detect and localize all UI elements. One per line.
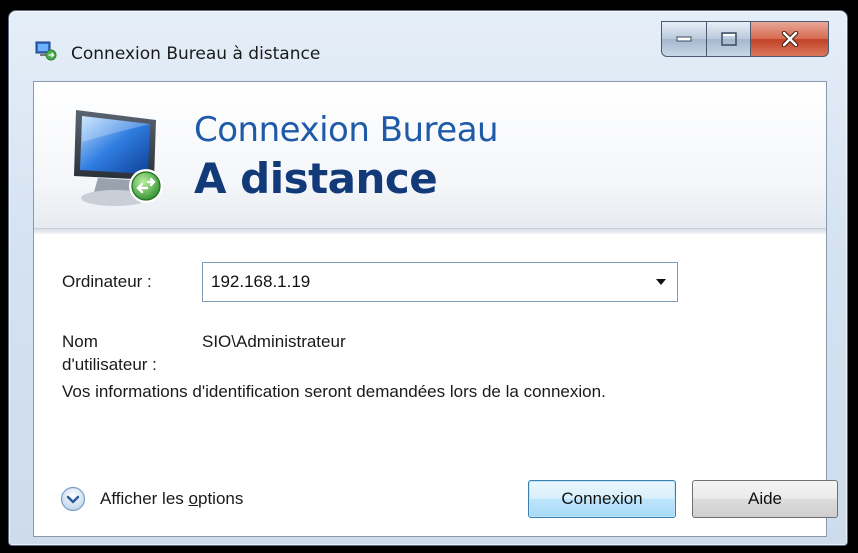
header-banner: Connexion Bureau A distance: [34, 82, 826, 234]
credentials-info-message: Vos informations d'identification seront…: [62, 382, 606, 401]
banner-title-line2: A distance: [194, 154, 438, 203]
remote-desktop-window: Connexion Bureau à distance Connexion Bu…: [8, 10, 848, 546]
maximize-button[interactable]: [707, 21, 751, 57]
computer-label: Ordinateur :: [62, 272, 152, 291]
caption-buttons: [661, 21, 829, 57]
close-icon: [781, 31, 798, 47]
show-options-accesskey: o: [188, 489, 198, 508]
connect-button[interactable]: Connexion: [528, 480, 676, 518]
show-options-prefix: Afficher les: [100, 489, 189, 508]
username-value: SIO\Administrateur: [202, 332, 346, 351]
dialog-client-area: Connexion Bureau A distance Ordinateur :…: [33, 81, 838, 537]
close-button[interactable]: [751, 21, 829, 57]
remote-desktop-monitor-icon: [74, 110, 163, 206]
computer-combobox[interactable]: [202, 262, 678, 302]
minimize-button[interactable]: [661, 21, 707, 57]
dropdown-arrow-icon[interactable]: [653, 275, 669, 289]
help-button[interactable]: Aide: [692, 480, 838, 518]
remote-desktop-icon: [35, 41, 57, 61]
show-options-label[interactable]: Afficher les options: [100, 489, 243, 509]
banner-title-line1: Connexion Bureau: [194, 110, 499, 150]
show-options-toggle[interactable]: Afficher les options: [60, 486, 243, 512]
window-title: Connexion Bureau à distance: [71, 44, 321, 64]
banner-divider: [34, 229, 826, 234]
minimize-icon: [676, 36, 692, 42]
computer-input[interactable]: [203, 271, 643, 293]
title-bar[interactable]: Connexion Bureau à distance: [9, 11, 847, 81]
username-label-line2: d'utilisateur :: [62, 355, 157, 374]
expand-chevron-circle-icon[interactable]: [60, 486, 86, 512]
maximize-icon: [720, 32, 737, 46]
username-label-line1: Nom: [62, 332, 98, 351]
show-options-suffix: ptions: [197, 489, 244, 508]
